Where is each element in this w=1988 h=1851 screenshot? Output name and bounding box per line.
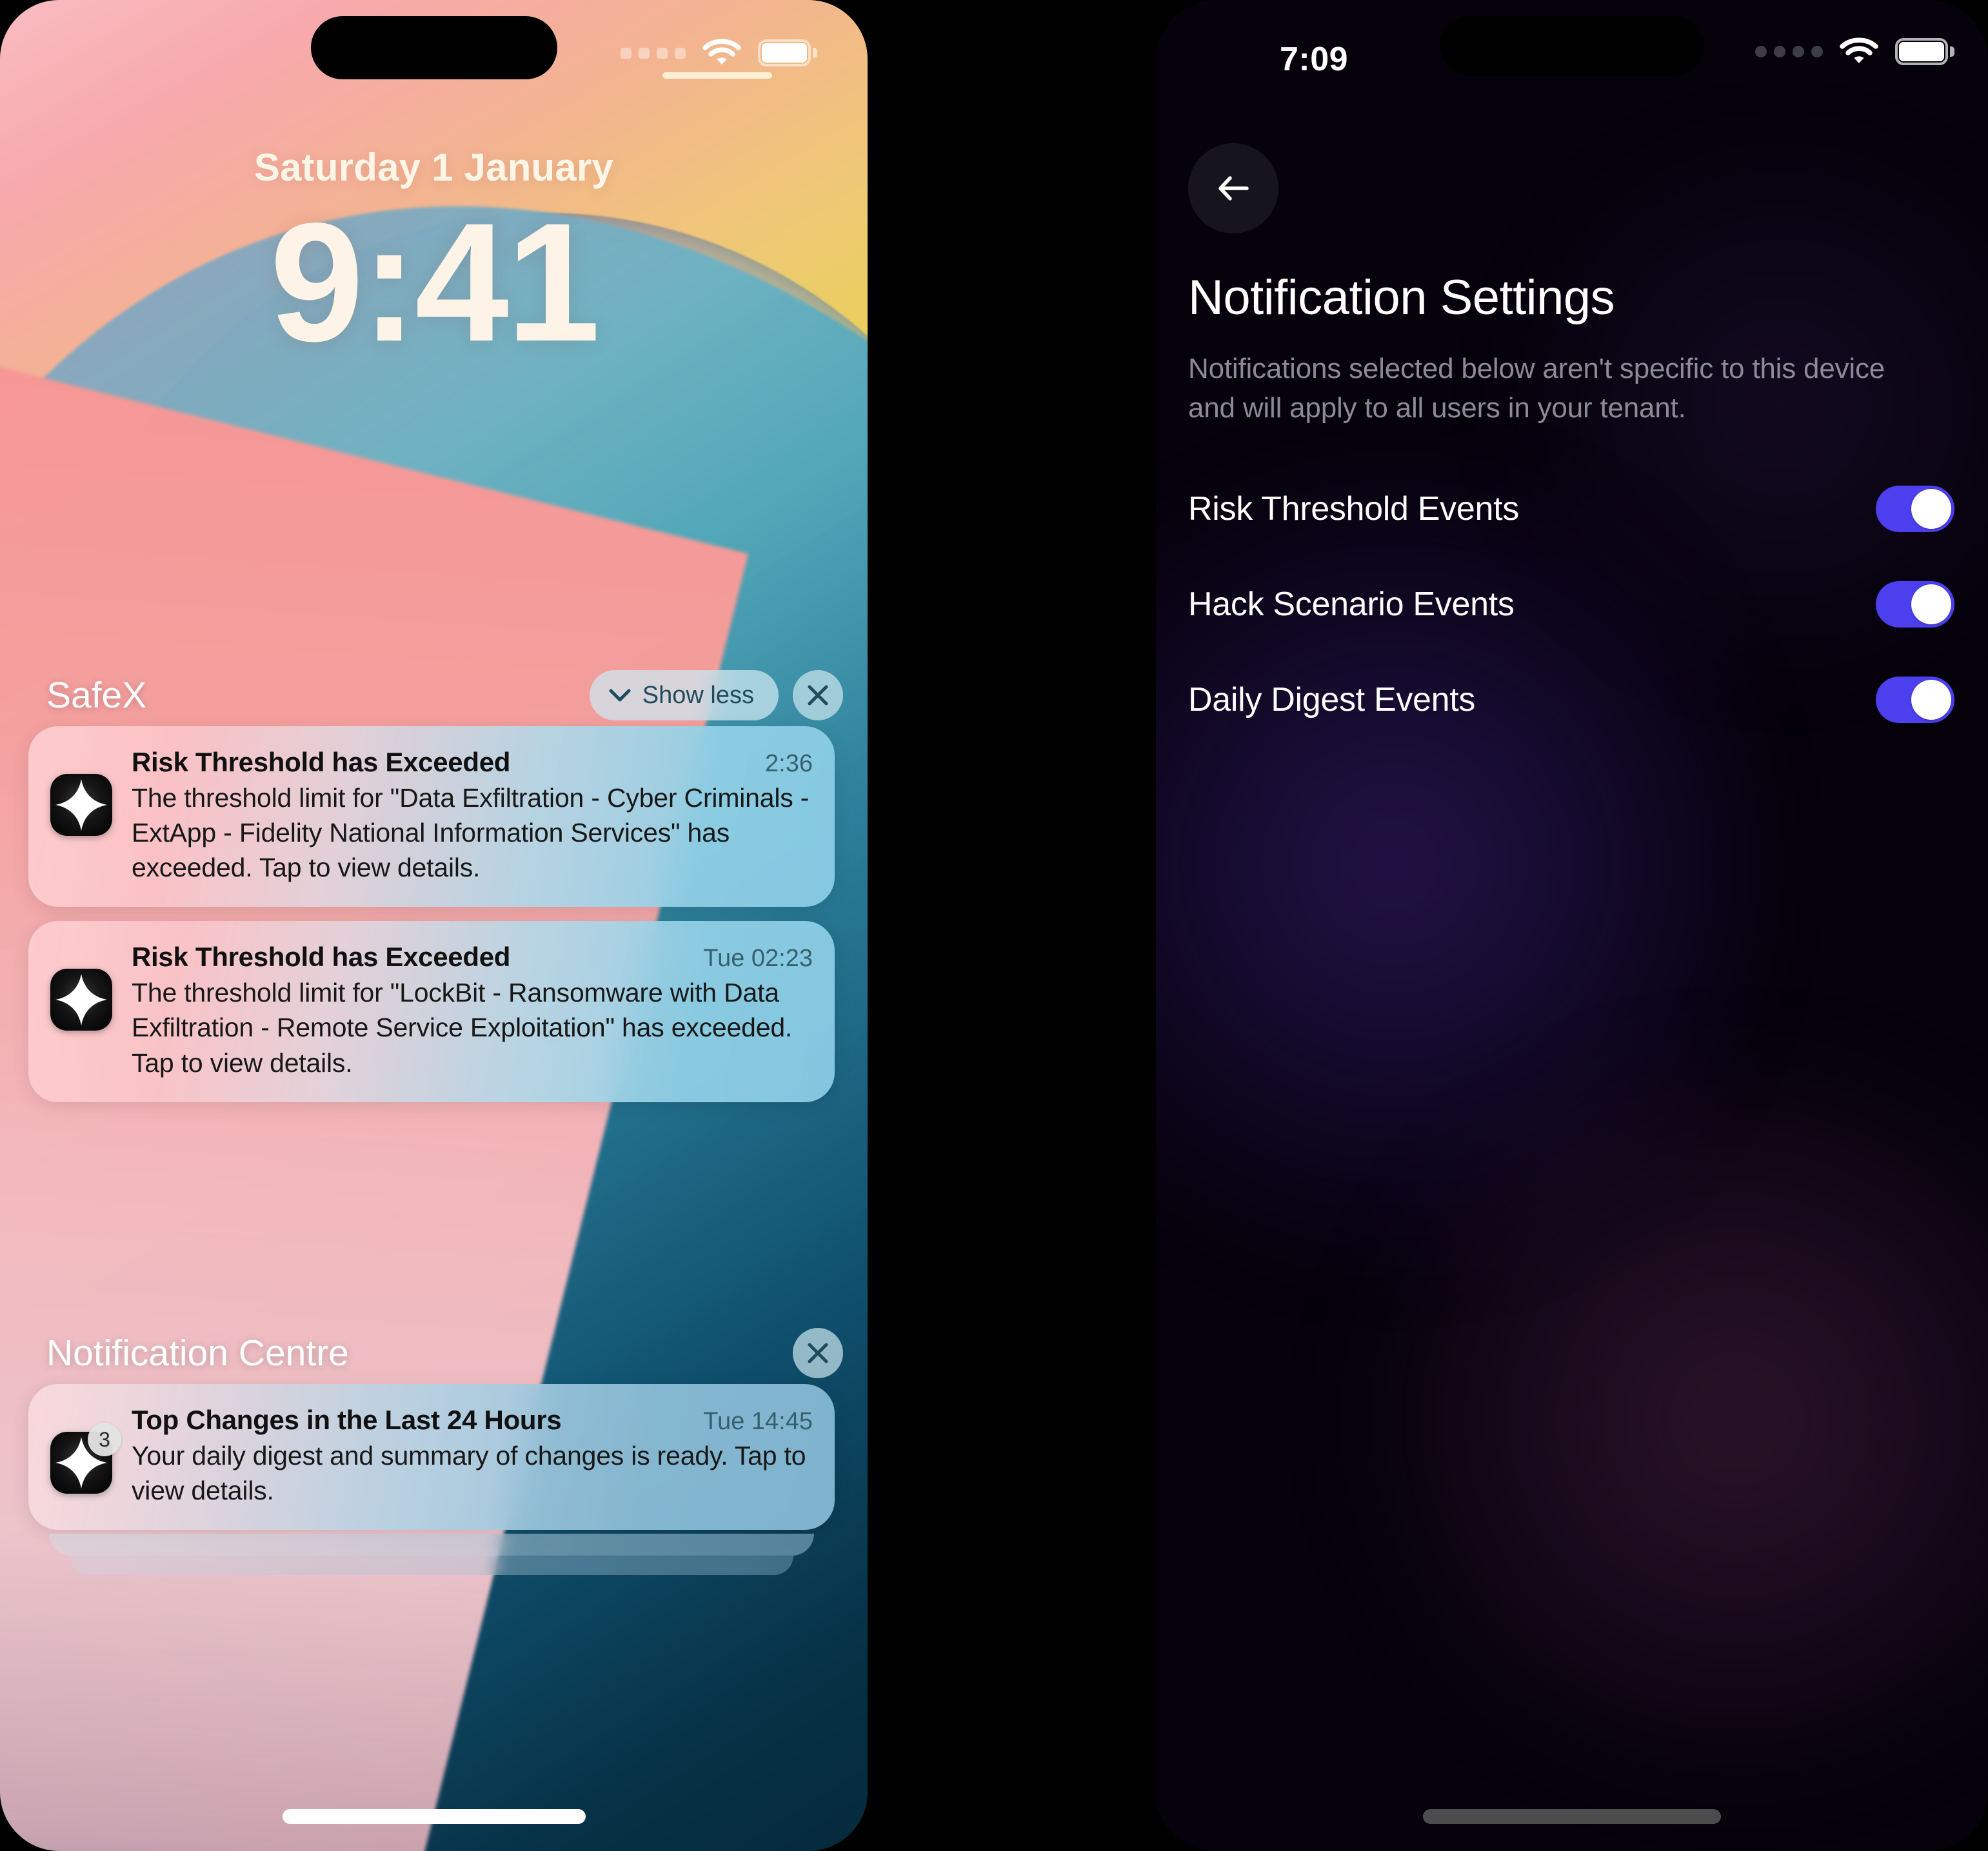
page-subtitle: Notifications selected below aren't spec… <box>1188 353 1885 424</box>
notification-group-centre: Notification Centre 3 Top Changes in the… <box>0 1322 868 1576</box>
page-title: Notification Settings <box>1188 270 1615 325</box>
home-indicator[interactable] <box>282 1809 586 1824</box>
toggle-risk-threshold-events[interactable] <box>1876 486 1954 532</box>
wifi-icon <box>1840 37 1878 66</box>
show-less-button[interactable]: Show less <box>589 670 779 720</box>
toggle-daily-digest-events[interactable] <box>1876 677 1954 723</box>
status-bar-underline <box>662 72 772 79</box>
dynamic-island <box>310 16 557 79</box>
notification-card[interactable]: 3 Top Changes in the Last 24 Hours Tue 1… <box>28 1384 835 1530</box>
toggle-knob <box>1911 489 1951 529</box>
chevron-down-icon <box>609 688 631 702</box>
notification-body: Top Changes in the Last 24 Hours Tue 14:… <box>132 1405 813 1508</box>
notification-timestamp: 2:36 <box>765 750 813 777</box>
screenshot-stage: Saturday 1 January 9:41 SafeX Show less <box>0 0 1988 1851</box>
safex-app-icon <box>50 969 112 1031</box>
battery-icon <box>1895 38 1954 65</box>
back-button[interactable] <box>1188 143 1278 233</box>
notification-group-safex: SafeX Show less Risk Threshold has Excee… <box>0 664 868 1116</box>
notification-badge-count: 3 <box>88 1423 121 1456</box>
setting-row-daily-digest-events: Daily Digest Events <box>1188 652 1954 747</box>
safex-app-icon <box>50 774 112 836</box>
close-x-icon <box>807 684 829 706</box>
notification-group-actions: Show less <box>589 670 843 720</box>
lock-screen-date: Saturday 1 January <box>253 146 614 189</box>
notification-card[interactable]: Risk Threshold has Exceeded Tue 02:23 Th… <box>28 921 835 1102</box>
toggle-hack-scenario-events[interactable] <box>1876 581 1954 628</box>
setting-label: Daily Digest Events <box>1188 681 1476 718</box>
stacked-notification-hint <box>70 1556 793 1576</box>
notification-body: Risk Threshold has Exceeded 2:36 The thr… <box>132 747 813 885</box>
phone-right-notification-settings: 7:09 Notification Settings Notifications… <box>1156 0 1988 1851</box>
clear-group-button-centre[interactable] <box>793 1328 843 1378</box>
home-indicator[interactable] <box>1423 1809 1721 1824</box>
app-icon-wrap <box>50 942 112 1080</box>
dynamic-island <box>1440 16 1704 75</box>
signal-dots-icon <box>621 47 686 59</box>
notification-stack-centre: 3 Top Changes in the Last 24 Hours Tue 1… <box>0 1384 868 1576</box>
setting-row-hack-scenario-events: Hack Scenario Events <box>1188 557 1954 652</box>
notification-message: The threshold limit for "Data Exfiltrati… <box>132 783 810 883</box>
notification-title: Risk Threshold has Exceeded <box>132 942 511 973</box>
notification-group-title: SafeX <box>46 675 147 716</box>
notification-group-header-safex: SafeX Show less <box>0 664 868 726</box>
notification-title-row: Top Changes in the Last 24 Hours Tue 14:… <box>132 1405 813 1436</box>
signal-dots-icon <box>1755 46 1823 57</box>
notification-timestamp: Tue 02:23 <box>703 945 813 973</box>
notification-stack-safex: Risk Threshold has Exceeded 2:36 The thr… <box>0 726 868 1102</box>
app-icon-wrap: 3 <box>50 1405 121 1508</box>
arrow-left-icon <box>1213 168 1253 208</box>
stacked-notification-hint <box>49 1534 814 1556</box>
notification-centre-actions <box>793 1328 843 1378</box>
setting-row-risk-threshold-events: Risk Threshold Events <box>1188 461 1954 557</box>
toggle-knob <box>1911 584 1951 624</box>
status-bar-right-left-phone <box>621 39 817 67</box>
settings-list: Risk Threshold Events Hack Scenario Even… <box>1188 461 1954 747</box>
notification-title-row: Risk Threshold has Exceeded 2:36 <box>132 747 813 778</box>
battery-icon <box>758 39 817 66</box>
clear-group-button-safex[interactable] <box>793 670 843 720</box>
status-bar-clock: 7:09 <box>1280 41 1349 78</box>
notification-message: Your daily digest and summary of changes… <box>132 1441 806 1506</box>
notification-timestamp: Tue 14:45 <box>703 1408 813 1435</box>
notification-title-row: Risk Threshold has Exceeded Tue 02:23 <box>132 942 813 973</box>
setting-label: Risk Threshold Events <box>1188 490 1519 528</box>
setting-label: Hack Scenario Events <box>1188 586 1515 623</box>
notification-centre-title: Notification Centre <box>46 1332 349 1374</box>
notification-body: Risk Threshold has Exceeded Tue 02:23 Th… <box>132 942 813 1080</box>
notification-title: Top Changes in the Last 24 Hours <box>132 1405 562 1435</box>
wifi-icon <box>702 39 741 67</box>
toggle-knob <box>1911 680 1951 720</box>
show-less-label: Show less <box>642 681 754 709</box>
notification-card[interactable]: Risk Threshold has Exceeded 2:36 The thr… <box>28 726 835 907</box>
notification-message: The threshold limit for "LockBit - Ranso… <box>132 978 793 1078</box>
status-bar-right-right-phone <box>1755 37 1954 66</box>
phone-left-lock-screen: Saturday 1 January 9:41 SafeX Show less <box>0 0 868 1851</box>
app-icon-wrap <box>50 747 112 885</box>
notification-title: Risk Threshold has Exceeded <box>132 747 511 777</box>
notification-group-header-centre: Notification Centre <box>0 1322 868 1384</box>
close-x-icon <box>807 1342 829 1364</box>
lock-screen-time: 9:41 <box>270 188 600 377</box>
